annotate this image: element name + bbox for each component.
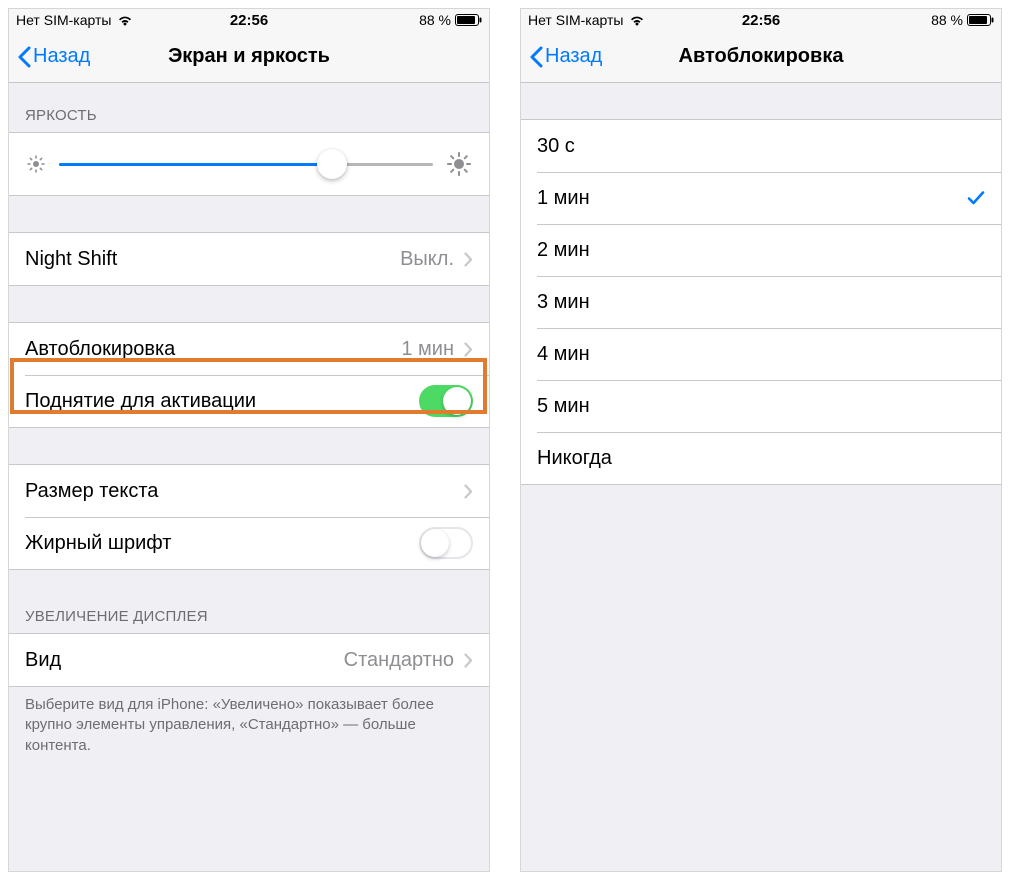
brightness-slider-row <box>9 133 489 195</box>
row-autolock[interactable]: Автоблокировка 1 мин <box>9 323 489 375</box>
chevron-right-icon <box>464 252 473 267</box>
back-button[interactable]: Назад <box>17 45 90 68</box>
wifi-icon <box>629 14 645 26</box>
option-label: 1 мин <box>537 187 967 210</box>
status-bar: Нет SIM-карты 22:56 88 % <box>9 9 489 31</box>
row-raise-to-wake[interactable]: Поднятие для активации <box>9 375 489 427</box>
brightness-slider[interactable] <box>59 163 433 166</box>
phone-right: Нет SIM-карты 22:56 88 % Назад Автоблоки… <box>520 8 1002 872</box>
battery-icon <box>455 14 482 26</box>
option-label: 5 мин <box>537 395 985 418</box>
option-row[interactable]: 3 мин <box>521 276 1001 328</box>
battery-percent: 88 % <box>931 12 963 28</box>
clock: 22:56 <box>230 12 268 29</box>
content: 30 с 1 мин 2 мин 3 мин 4 мин 5 мин Никогда <box>521 83 1001 871</box>
slider-thumb[interactable] <box>317 149 347 179</box>
option-label: 4 мин <box>537 343 985 366</box>
option-row[interactable]: 2 мин <box>521 224 1001 276</box>
brightness-low-icon <box>27 155 45 173</box>
back-label: Назад <box>545 45 602 68</box>
row-label: Поднятие для активации <box>25 390 419 413</box>
back-button[interactable]: Назад <box>529 45 602 68</box>
row-label: Размер текста <box>25 480 464 503</box>
chevron-left-icon <box>529 46 543 68</box>
option-label: Никогда <box>537 447 985 470</box>
chevron-right-icon <box>464 484 473 499</box>
option-label: 30 с <box>537 135 985 158</box>
option-row[interactable]: 4 мин <box>521 328 1001 380</box>
raise-toggle[interactable] <box>419 385 473 417</box>
check-icon <box>967 190 985 206</box>
row-label: Жирный шрифт <box>25 532 419 555</box>
carrier-label: Нет SIM-карты <box>528 12 623 28</box>
row-label: Night Shift <box>25 248 400 271</box>
row-night-shift[interactable]: Night Shift Выкл. <box>9 233 489 285</box>
wifi-icon <box>117 14 133 26</box>
section-header-zoom: УВЕЛИЧЕНИЕ ДИСПЛЕЯ <box>9 570 489 633</box>
chevron-right-icon <box>464 342 473 357</box>
row-value: 1 мин <box>401 338 454 361</box>
row-label: Вид <box>25 649 344 672</box>
row-value: Выкл. <box>400 248 454 271</box>
chevron-right-icon <box>464 653 473 668</box>
brightness-high-icon <box>447 152 471 176</box>
status-bar: Нет SIM-карты 22:56 88 % <box>521 9 1001 31</box>
option-row[interactable]: 5 мин <box>521 380 1001 432</box>
row-bold-text[interactable]: Жирный шрифт <box>9 517 489 569</box>
chevron-left-icon <box>17 46 31 68</box>
battery-icon <box>967 14 994 26</box>
content: ЯРКОСТЬ Night Shift Выкл. <box>9 83 489 871</box>
back-label: Назад <box>33 45 90 68</box>
section-header-brightness: ЯРКОСТЬ <box>9 83 489 132</box>
option-row[interactable]: 1 мин <box>521 172 1001 224</box>
row-text-size[interactable]: Размер текста <box>9 465 489 517</box>
nav-bar: Назад Автоблокировка <box>521 31 1001 83</box>
clock: 22:56 <box>742 12 780 29</box>
option-row[interactable]: Никогда <box>521 432 1001 484</box>
option-row[interactable]: 30 с <box>521 120 1001 172</box>
carrier-label: Нет SIM-карты <box>16 12 111 28</box>
row-view[interactable]: Вид Стандартно <box>9 634 489 686</box>
phone-left: Нет SIM-карты 22:56 88 % Назад Экран и я… <box>8 8 490 872</box>
page-title: Экран и яркость <box>168 45 330 68</box>
battery-percent: 88 % <box>419 12 451 28</box>
row-label: Автоблокировка <box>25 338 401 361</box>
page-title: Автоблокировка <box>679 45 844 68</box>
option-label: 3 мин <box>537 291 985 314</box>
nav-bar: Назад Экран и яркость <box>9 31 489 83</box>
row-value: Стандартно <box>344 649 454 672</box>
option-label: 2 мин <box>537 239 985 262</box>
bold-toggle[interactable] <box>419 527 473 559</box>
section-footer-zoom: Выберите вид для iPhone: «Увеличено» пок… <box>9 687 489 770</box>
